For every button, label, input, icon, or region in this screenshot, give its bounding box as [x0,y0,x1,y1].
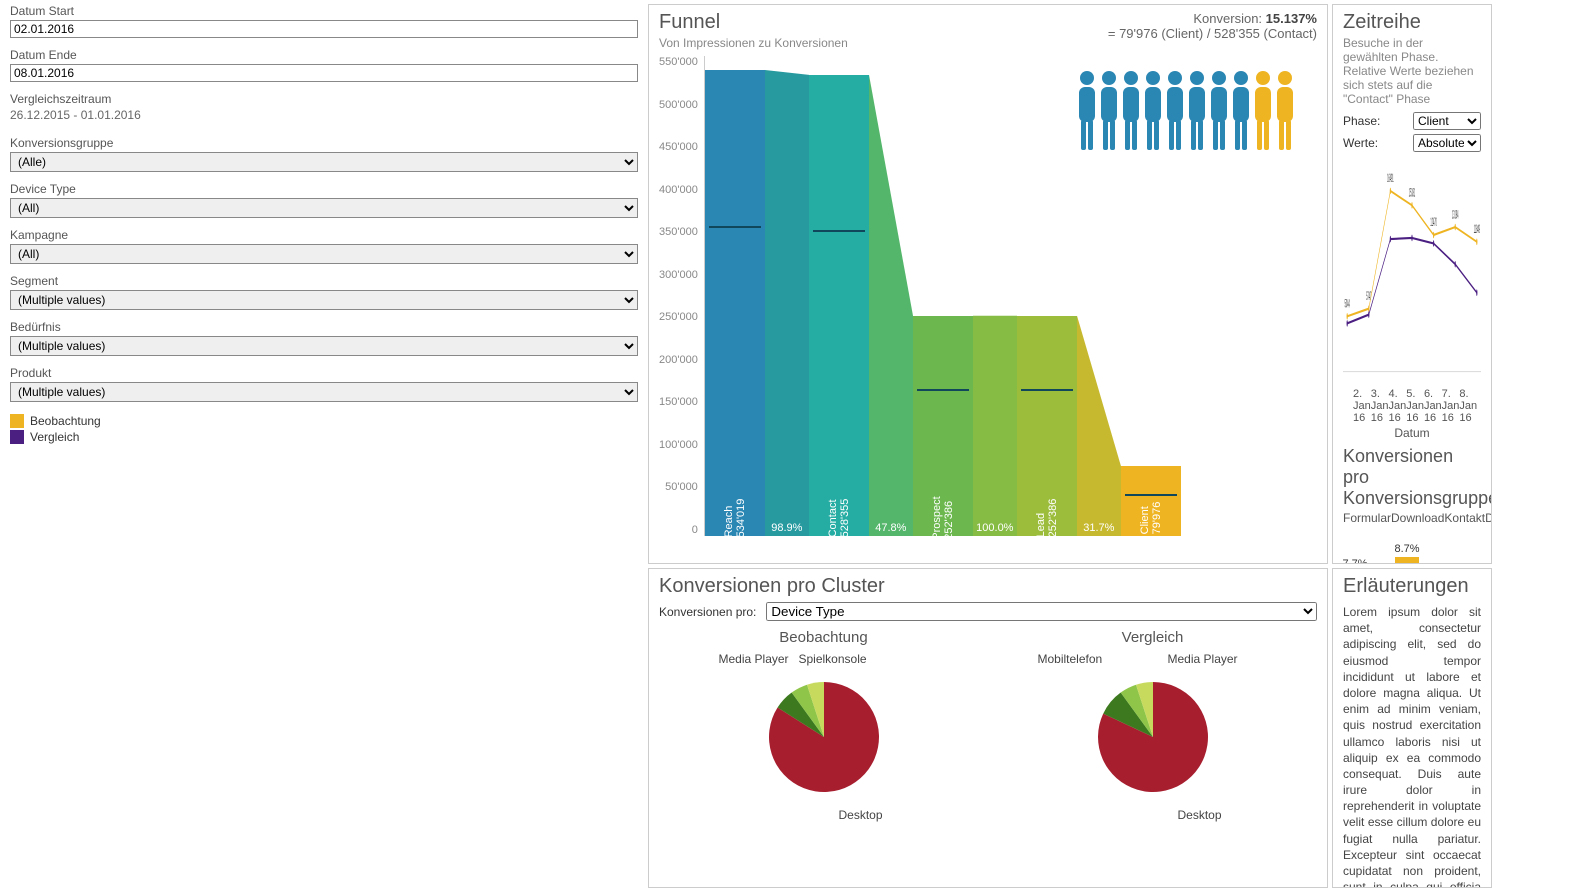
konvgruppe-filter-select[interactable]: (Alle) [10,152,638,172]
funnel-title: Funnel [659,11,848,34]
device-filter-label: Device Type [10,182,638,196]
funnel-subtitle: Von Impressionen zu Konversionen [659,36,848,50]
compare-value: 26.12.2015 - 01.01.2016 [10,108,638,122]
cluster-select[interactable]: Device Type [766,602,1317,621]
funnel-chart: Reach534'01998.9% Contact528'35547.8% Pr… [704,56,1317,536]
timeseries-subtitle: Besuche in der gewählten Phase. Relative… [1343,36,1481,106]
konvgruppe-headers: FormularDownloadKontaktDruckenFavorisier… [1343,511,1481,539]
konvgruppe-filter-label: Konversionsgruppe [10,136,638,150]
filters-panel: Datum Start Datum Ende Vergleichszeitrau… [4,4,644,888]
timeseries-title: Zeitreihe [1343,11,1481,34]
konvgruppe-title: Konversionen pro Konversionsgruppe [1343,446,1481,509]
produkt-filter-select[interactable]: (Multiple values) [10,382,638,402]
erl-p1: Lorem ipsum dolor sit amet, consectetur … [1343,604,1481,888]
phase-label: Phase: [1343,114,1403,128]
legend-vergleich: Vergleich [30,430,79,444]
svg-text:12470: 12470 [1430,215,1436,229]
pie-left: Media Player Spielkonsole Desktop [699,652,949,822]
konvgruppe-section: Konversionen pro Konversionsgruppe Formu… [1343,446,1481,564]
start-label: Datum Start [10,4,638,18]
cluster-select-label: Konversionen pro: [659,605,756,619]
produkt-filter-label: Produkt [10,366,638,380]
erlaeuterungen-panel: Erläuterungen Lorem ipsum dolor sit amet… [1332,568,1492,888]
funnel-panel: Funnel Von Impressionen zu Konversionen … [648,4,1328,564]
timeseries-chart: 5044 5747 16491 15181 12470 13194 11849 [1343,158,1481,388]
werte-select[interactable]: Absolute Werte [1413,134,1481,152]
cluster-panel: Konversionen pro Cluster Konversionen pr… [648,568,1328,888]
svg-text:11849: 11849 [1474,222,1480,236]
pie-right: Mobiltelefon Media Player Desktop [1028,652,1278,822]
phase-select[interactable]: Client [1413,112,1481,130]
legend-beobachtung: Beobachtung [30,414,101,428]
segment-filter-select[interactable]: (Multiple values) [10,290,638,310]
konvgruppe-chart: 7.7%7.0%8.7%6.7%0.6%0.5%0.3%0.2%0.2%0.1%… [1343,543,1481,564]
pie-right-title: Vergleich [1028,629,1278,646]
end-label: Datum Ende [10,48,638,62]
cluster-title: Konversionen pro Cluster [659,575,1317,598]
timeseries-x-title: Datum [1343,426,1481,440]
kampagne-filter-select[interactable]: (All) [10,244,638,264]
timeseries-panel: Zeitreihe Besuche in der gewählten Phase… [1332,4,1492,564]
beduerfnis-filter-label: Bedürfnis [10,320,638,334]
segment-filter-label: Segment [10,274,638,288]
svg-text:15181: 15181 [1409,185,1415,199]
device-filter-select[interactable]: (All) [10,198,638,218]
end-input[interactable] [10,64,638,82]
start-input[interactable] [10,20,638,38]
kampagne-filter-label: Kampagne [10,228,638,242]
timeseries-x-labels: 2. Jan 163. Jan 164. Jan 165. Jan 166. J… [1343,388,1481,424]
funnel-stats: Konversion: 15.137% = 79'976 (Client) / … [1108,11,1317,41]
svg-text:13194: 13194 [1452,207,1458,221]
pie-left-title: Beobachtung [699,629,949,646]
erlaeuterungen-title: Erläuterungen [1343,575,1481,598]
svg-text:5747: 5747 [1366,289,1371,303]
legend: Beobachtung Vergleich [10,414,638,444]
funnel-y-axis: 550'000500'000450'000400'000350'000300'0… [659,56,704,536]
svg-text:16491: 16491 [1387,171,1393,185]
beduerfnis-filter-select[interactable]: (Multiple values) [10,336,638,356]
werte-label: Werte: [1343,136,1403,150]
compare-label: Vergleichszeitraum [10,92,638,106]
svg-text:5044: 5044 [1345,296,1350,310]
